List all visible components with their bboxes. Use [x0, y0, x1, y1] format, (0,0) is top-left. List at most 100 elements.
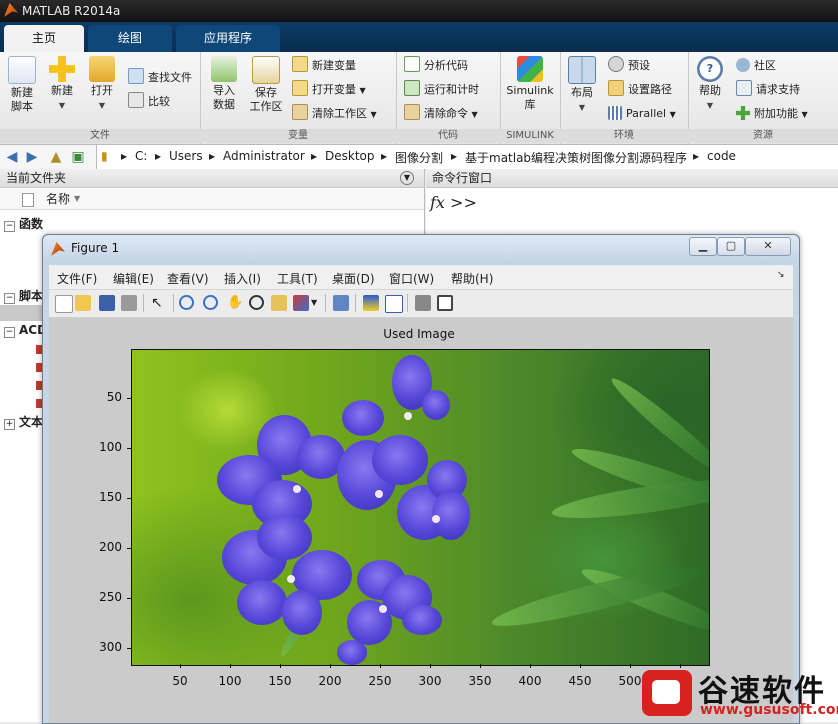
tree-section-text[interactable]: + 文本	[4, 413, 43, 430]
menu-window[interactable]: 窗口(W)	[389, 270, 434, 287]
y-tick-label: 100	[99, 440, 122, 454]
run-and-time-icon	[404, 80, 420, 96]
brand-logo-icon	[642, 670, 692, 716]
menu-insert[interactable]: 插入(I)	[224, 270, 261, 287]
group-label-variable: 变量	[200, 129, 396, 143]
simulink-library-button[interactable]: Simulink 库	[504, 56, 556, 112]
new-script-button[interactable]: 新建 脚本	[2, 56, 42, 114]
preferences-button[interactable]: 预设	[608, 56, 650, 76]
gear-icon	[608, 56, 624, 72]
import-data-button[interactable]: 导入 数据	[204, 56, 244, 112]
help-button[interactable]: ? 帮助 ▼	[690, 56, 730, 113]
new-figure-icon[interactable]	[55, 295, 73, 313]
menu-view[interactable]: 查看(V)	[167, 270, 209, 287]
breadcrumb[interactable]: 基于matlab编程决策树图像分割源码程序	[465, 149, 687, 166]
legend-icon[interactable]	[385, 295, 403, 313]
breadcrumb[interactable]: code	[707, 149, 736, 163]
ribbon-group-resources: ? 帮助 ▼ 社区 请求支持 附加功能 ▼ 资源	[688, 52, 838, 144]
parallel-button[interactable]: Parallel ▼	[608, 104, 676, 124]
community-button[interactable]: 社区	[736, 56, 776, 76]
compare-button[interactable]: 比较	[128, 92, 170, 112]
file-type-icon	[22, 193, 34, 207]
request-support-button[interactable]: 请求支持	[736, 80, 800, 100]
sort-arrow-icon: ▼	[74, 194, 81, 203]
petal	[372, 435, 428, 485]
pan-icon[interactable]: ✋	[227, 295, 243, 311]
dock-arrow-icon[interactable]: ↘	[777, 270, 785, 280]
find-files-icon	[128, 68, 144, 84]
tab-plots[interactable]: 绘图	[88, 25, 172, 52]
menu-edit[interactable]: 编辑(E)	[113, 270, 154, 287]
browse-folder-icon[interactable]: ▣	[70, 149, 86, 165]
pointer-icon[interactable]: ↖	[151, 295, 167, 311]
data-cursor-icon[interactable]	[271, 295, 287, 311]
maximize-button[interactable]: ▢	[717, 237, 745, 256]
column-header-name[interactable]: 名称 ▼	[0, 189, 424, 210]
x-tick-label: 400	[518, 674, 542, 688]
back-icon[interactable]: ◀	[4, 149, 20, 165]
menu-tools[interactable]: 工具(T)	[277, 270, 318, 287]
breadcrumb[interactable]: Users	[169, 149, 203, 163]
open-button[interactable]: 打开 ▼	[82, 56, 122, 113]
folder-icon: ▮	[101, 149, 108, 163]
x-tick-label: 300	[418, 674, 442, 688]
menu-desktop[interactable]: 桌面(D)	[332, 270, 375, 287]
open-variable-button[interactable]: 打开变量 ▼	[292, 80, 366, 100]
x-tick-label: 350	[468, 674, 492, 688]
help-icon: ?	[697, 56, 723, 82]
save-icon[interactable]	[99, 295, 115, 311]
clear-workspace-button[interactable]: 清除工作区 ▼	[292, 104, 377, 124]
group-label-resources: 资源	[688, 129, 838, 143]
forward-icon[interactable]: ▶	[24, 149, 40, 165]
group-label-code: 代码	[396, 129, 500, 143]
matlab-logo-icon	[51, 242, 65, 256]
tab-home[interactable]: 主页	[4, 25, 84, 52]
show-plot-tools-icon[interactable]	[437, 295, 453, 311]
colorbar-icon[interactable]	[363, 295, 379, 311]
find-files-button[interactable]: 查找文件	[128, 68, 192, 88]
breadcrumb[interactable]: C:	[135, 149, 147, 163]
menu-file[interactable]: 文件(F)	[57, 270, 97, 287]
breadcrumb[interactable]: 图像分割	[395, 149, 443, 166]
analyze-code-icon	[404, 56, 420, 72]
tree-section-scripts[interactable]: − 脚本	[4, 287, 43, 304]
analyze-code-button[interactable]: 分析代码	[404, 56, 468, 76]
path-field[interactable]: ▮ ▸ C: ▸ Users ▸ Administrator ▸ Desktop…	[96, 145, 838, 169]
clear-commands-icon	[404, 104, 420, 120]
new-variable-button[interactable]: 新建变量	[292, 56, 356, 76]
rotate-icon[interactable]	[249, 295, 264, 310]
menu-help[interactable]: 帮助(H)	[451, 270, 493, 287]
open-file-icon[interactable]	[75, 295, 91, 311]
print-icon[interactable]	[121, 295, 137, 311]
layout-icon	[568, 56, 596, 84]
new-button[interactable]: 新建 ▼	[42, 56, 82, 113]
group-label-simulink: SIMULINK	[500, 129, 560, 143]
x-tick-label: 200	[318, 674, 342, 688]
tab-apps[interactable]: 应用程序	[176, 25, 280, 52]
add-ons-button[interactable]: 附加功能 ▼	[736, 104, 808, 124]
run-and-time-button[interactable]: 运行和计时	[404, 80, 479, 100]
set-path-button[interactable]: 设置路径	[608, 80, 672, 100]
breadcrumb[interactable]: Desktop	[325, 149, 375, 163]
save-workspace-button[interactable]: 保存 工作区	[246, 56, 286, 114]
up-folder-icon[interactable]: ▲	[48, 149, 64, 165]
hide-plot-tools-icon[interactable]	[415, 295, 431, 311]
panel-menu-icon[interactable]: ▼	[400, 171, 414, 185]
site-watermark: 谷速软件 www.gususoft.com	[640, 664, 838, 722]
parallel-icon	[608, 106, 622, 120]
brush-icon[interactable]	[293, 295, 309, 311]
zoom-in-icon[interactable]	[179, 295, 194, 310]
breadcrumb[interactable]: Administrator	[223, 149, 305, 163]
clear-commands-button[interactable]: 清除命令 ▼	[404, 104, 478, 124]
y-tick-label: 150	[99, 490, 122, 504]
layout-button[interactable]: 布局 ▼	[562, 56, 602, 115]
new-script-icon	[8, 56, 36, 84]
minimize-button[interactable]: ▁	[689, 237, 717, 256]
selected-row[interactable]	[0, 305, 44, 321]
zoom-out-icon[interactable]	[203, 295, 218, 310]
app-title-bar: MATLAB R2014a	[0, 0, 838, 22]
close-button[interactable]: ✕	[745, 237, 791, 256]
link-plot-icon[interactable]	[333, 295, 349, 311]
petal	[282, 590, 322, 635]
tree-section-functions[interactable]: − 函数	[4, 215, 43, 232]
